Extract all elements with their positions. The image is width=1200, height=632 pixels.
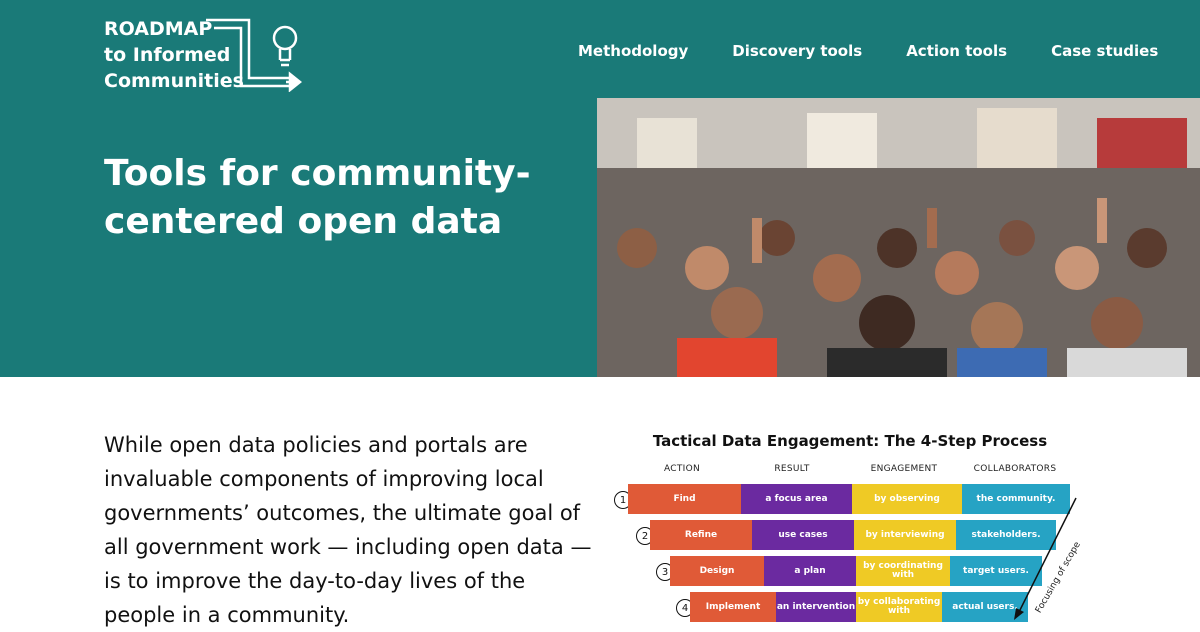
main-nav: Methodology Discovery tools Action tools…	[578, 42, 1158, 60]
scope-arrow-icon	[1014, 497, 1077, 620]
four-step-process-diagram: Tactical Data Engagement: The 4-Step Pro…	[610, 432, 1090, 622]
nav-methodology[interactable]: Methodology	[578, 42, 688, 60]
hero-title: Tools for community-centered open data	[104, 153, 531, 242]
site-logo[interactable]: ROADMAP to Informed Communities	[104, 16, 304, 92]
intro-paragraph: While open data policies and portals are…	[104, 433, 592, 627]
nav-action-tools[interactable]: Action tools	[906, 42, 1007, 60]
lightbulb-path-icon	[206, 18, 303, 92]
hero-banner: ROADMAP to Informed Communities Methodol…	[0, 0, 1200, 377]
nav-discovery-tools[interactable]: Discovery tools	[732, 42, 862, 60]
community-meeting-photo	[597, 98, 1200, 377]
nav-case-studies[interactable]: Case studies	[1051, 42, 1158, 60]
